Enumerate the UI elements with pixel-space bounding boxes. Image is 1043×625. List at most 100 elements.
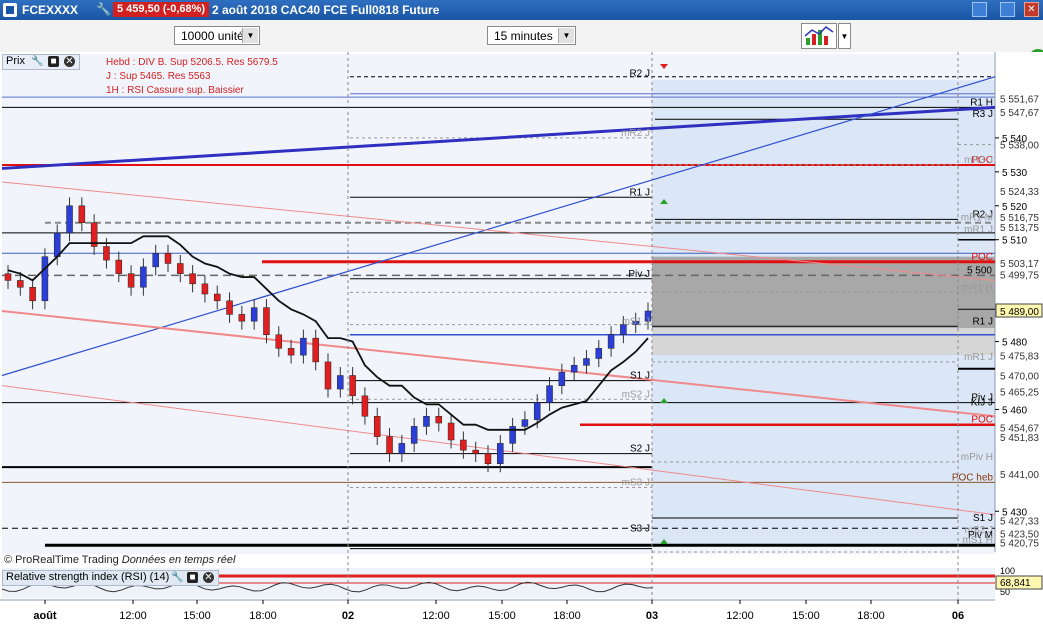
level-label-9: mR1 J: [964, 225, 993, 236]
minimize-panel-icon[interactable]: ■: [187, 572, 198, 583]
price-label-7: 5 499,75: [1000, 271, 1039, 282]
candle-body: [250, 307, 258, 322]
candle-body: [263, 307, 270, 336]
chevron-down-icon[interactable]: ▼: [242, 28, 258, 43]
candle-body: [484, 453, 492, 464]
price-badge: 5 459,50 (-0,68%): [113, 2, 210, 17]
level-label-12: 5 500: [967, 265, 992, 276]
candle-body: [595, 348, 603, 359]
candle-body: [533, 402, 541, 420]
indicators-button[interactable]: [801, 23, 837, 49]
price-label-18: 5 420,75: [1000, 539, 1039, 550]
rsi-tick-100: 100: [1000, 566, 1015, 576]
chevron-down-icon[interactable]: ▼: [558, 28, 574, 43]
indicators-chart-icon: [804, 26, 834, 45]
title-bar: FCEXXXX 🔧 5 459,50 (-0,68%) 2 août 2018 …: [0, 0, 1043, 20]
x-tick-label-5: 12:00: [422, 610, 450, 622]
candle-body: [152, 253, 159, 268]
candle-body: [361, 395, 369, 417]
note-weekly: Hebd : DIV B. Sup 5206.5. Res 5679.5: [106, 57, 278, 68]
level-label-0: R2 J: [629, 68, 650, 79]
x-tick-label-2: 15:00: [183, 610, 211, 622]
candle-body: [201, 283, 209, 295]
wrench-icon[interactable]: 🔧: [171, 572, 183, 583]
candle-body: [115, 259, 123, 274]
app-icon: [3, 3, 17, 17]
close-window-button[interactable]: ✕: [1024, 2, 1039, 17]
candle-body: [447, 422, 455, 441]
candle-body: [164, 253, 172, 264]
candle-body: [226, 300, 233, 315]
instrument-description: 2 août 2018 CAC40 FCE Full0818 Future: [212, 3, 440, 17]
candle-body: [435, 415, 443, 424]
price-label-2: 5 538,00: [1000, 141, 1039, 152]
candle-body: [29, 286, 36, 302]
price-label-3: 5 524,33: [1000, 187, 1039, 198]
minimize-panel-icon[interactable]: ■: [48, 56, 59, 67]
candle-body: [607, 334, 615, 349]
level-label-23: mPiv H: [961, 452, 993, 463]
credit-line: © ProRealTime Trading Données en temps r…: [4, 554, 235, 566]
y-tick-label-5: 5 460: [1002, 405, 1027, 416]
level-label-30: mS1 H: [962, 535, 993, 546]
candle-body: [324, 361, 332, 390]
minimize-button[interactable]: [972, 2, 987, 17]
level-label-15: R1 J: [972, 316, 993, 327]
close-panel-icon[interactable]: ✕: [64, 56, 75, 67]
close-panel-icon[interactable]: ✕: [203, 572, 214, 583]
maximize-button[interactable]: [1000, 2, 1015, 17]
candle-body: [583, 358, 590, 366]
x-tick-label-6: 15:00: [488, 610, 516, 622]
candle-body: [66, 205, 73, 234]
level-label-18: mS2 J: [622, 389, 650, 400]
level-label-11: Piv J: [628, 269, 650, 280]
timeframe-select[interactable]: 15 minutes ▼: [487, 26, 576, 45]
candle-body: [17, 280, 24, 288]
wrench-icon[interactable]: 🔧: [96, 2, 111, 16]
x-tick-label-10: 15:00: [792, 610, 820, 622]
rsi-value-label: 68,841: [1000, 578, 1031, 589]
candle-body: [140, 266, 147, 288]
x-tick-label-12: 06: [952, 610, 964, 622]
price-chart[interactable]: R2 JR1 HR3 JmR2 JPOCmR3 JR1 JR2 JmR1 MmR…: [0, 52, 1043, 625]
price-label-11: 5 470,00: [1000, 371, 1039, 382]
rsi-panel-label: Relative strength index (RSI) (14): [6, 571, 170, 583]
candle-body: [497, 443, 504, 464]
gray-zone-light: [652, 327, 995, 356]
timeframe-value: 15 minutes: [494, 29, 553, 43]
x-tick-label-7: 18:00: [553, 610, 581, 622]
quantity-value: 10000 unités: [181, 29, 250, 43]
price-panel-header: Prix 🔧 ■ ✕: [2, 54, 80, 70]
candle-body: [312, 337, 319, 363]
quantity-select[interactable]: 10000 unités ▼: [174, 26, 260, 45]
candle-body: [423, 415, 430, 427]
candle-body: [521, 419, 529, 427]
credit-realtime: Données en temps réel: [121, 554, 236, 566]
y-tick-label-2: 5 520: [1002, 202, 1027, 213]
candle-body: [472, 449, 479, 454]
candle-body: [213, 293, 221, 302]
indicators-dropdown[interactable]: ▼: [838, 23, 851, 49]
price-label-15: 5 441,00: [1000, 470, 1039, 481]
level-label-17: S1 J: [630, 371, 650, 382]
toolbar: 10000 unités ▼ 15 minutes ▼ ▼ ‹: [0, 20, 1043, 67]
level-label-20: KIJ J: [971, 398, 993, 409]
y-tick-label-1: 5 530: [1002, 168, 1027, 179]
candle-body: [386, 436, 393, 454]
candle-body: [4, 273, 12, 281]
symbol-title: FCEXXXX: [22, 3, 79, 17]
candle-body: [103, 246, 110, 261]
credit-prefix: © ProRealTime Trading: [4, 554, 119, 566]
candle-body: [349, 375, 356, 397]
wrench-icon[interactable]: 🔧: [31, 56, 43, 67]
x-tick-label-0: août: [33, 610, 57, 622]
level-label-8: mR1 M: [961, 213, 993, 224]
level-label-10: POC: [971, 252, 993, 263]
candle-body: [78, 205, 86, 223]
x-tick-label-3: 18:00: [249, 610, 277, 622]
candle-body: [398, 443, 406, 454]
level-label-3: mR2 J: [621, 128, 650, 139]
candle-body: [127, 273, 135, 288]
price-label-0: 5 551,67: [1000, 94, 1039, 105]
level-label-22: S2 J: [630, 444, 650, 455]
